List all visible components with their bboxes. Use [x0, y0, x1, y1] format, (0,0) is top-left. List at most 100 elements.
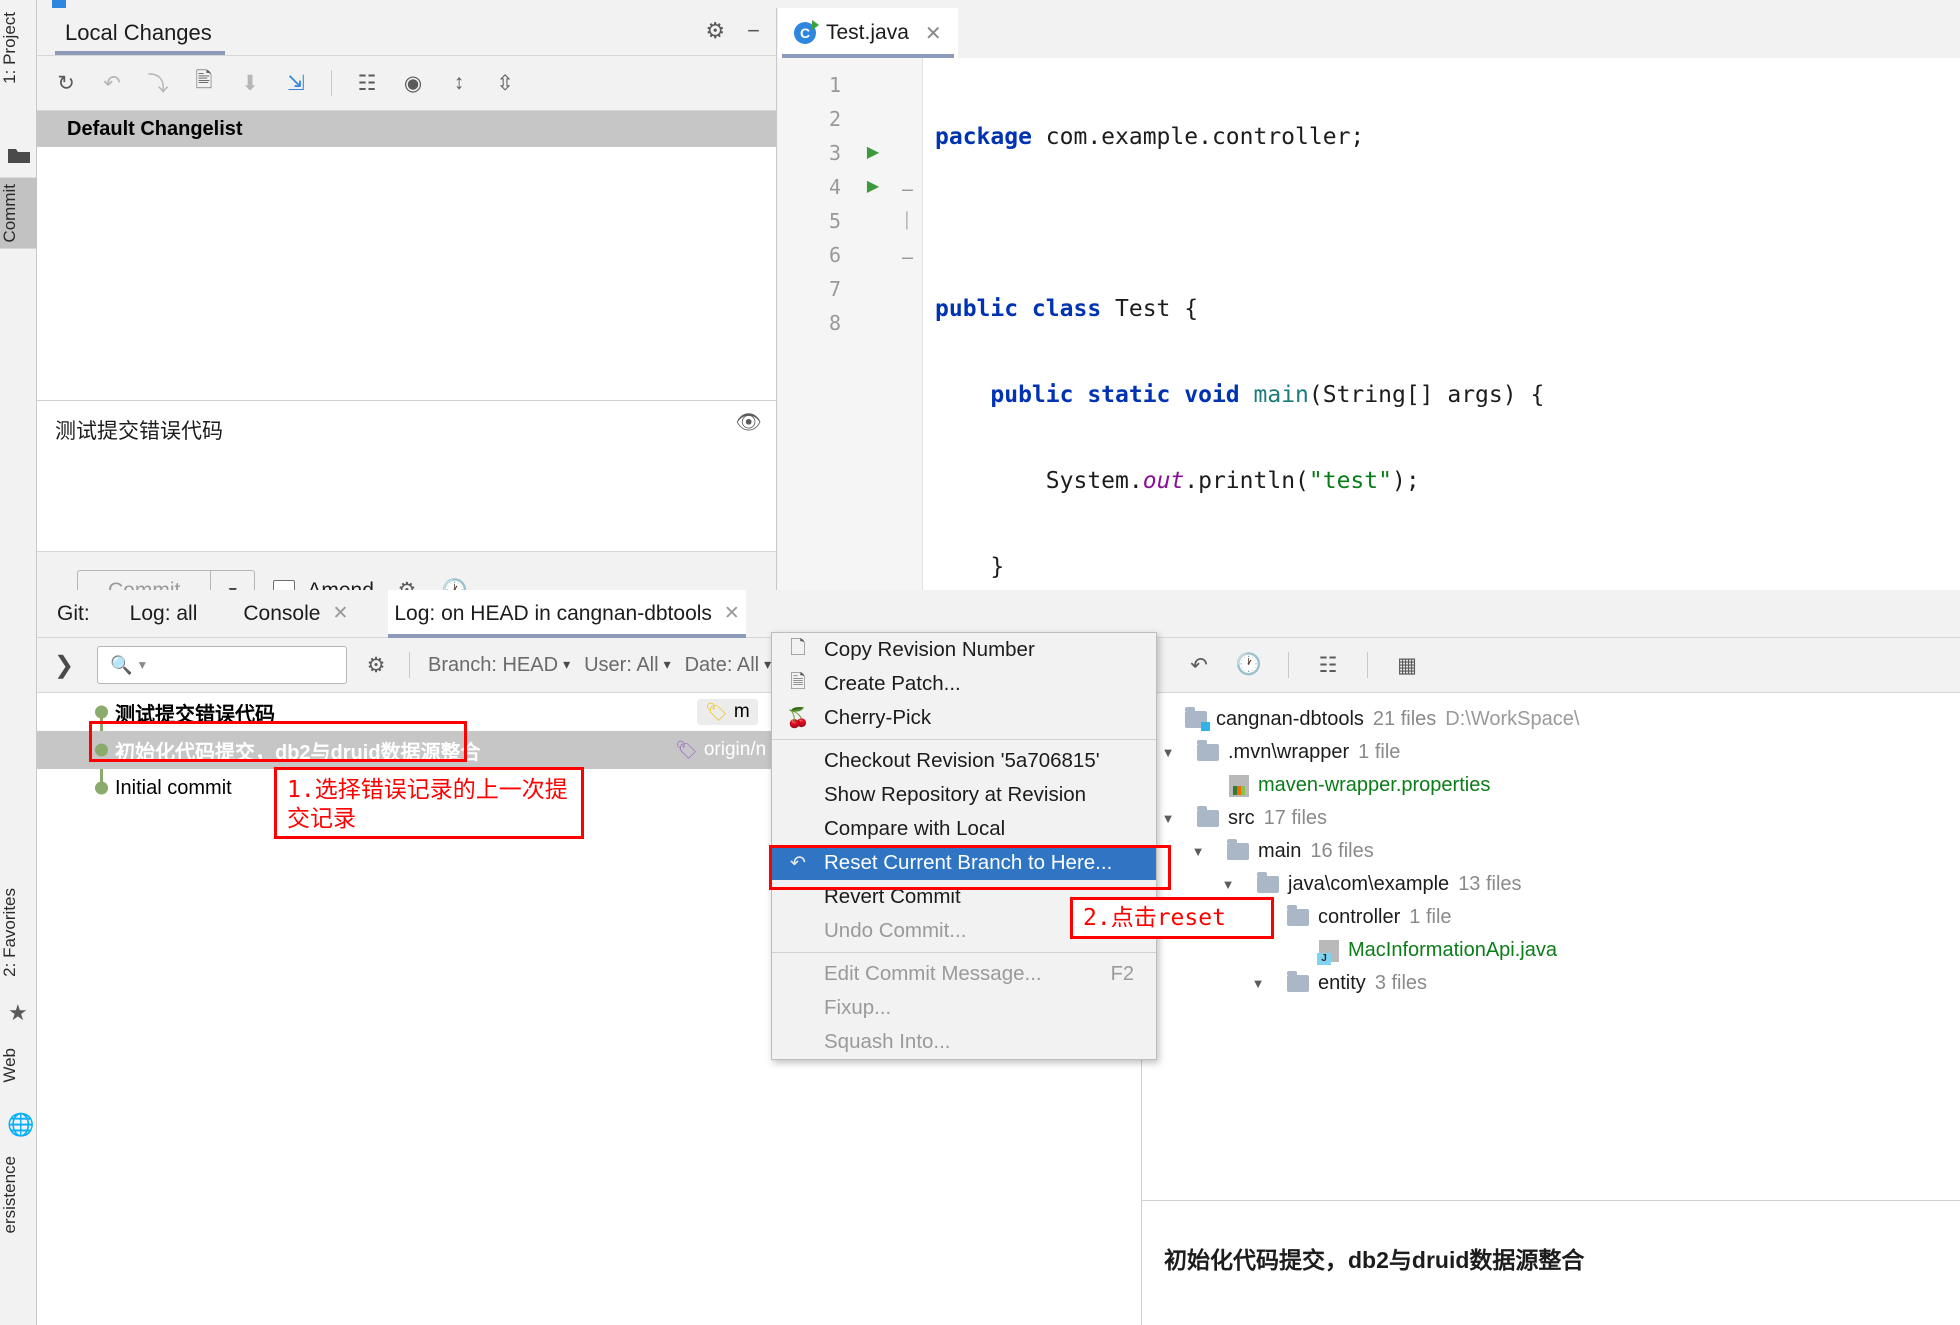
- spinner-icon: ▾: [663, 656, 671, 673]
- editor-tab-label: Test.java: [826, 21, 909, 44]
- annotation-note-2-text: 2.点击reset: [1083, 904, 1226, 931]
- preview-icon[interactable]: ◉: [398, 68, 428, 98]
- sidebar-item-project[interactable]: 1: Project: [0, 6, 37, 90]
- group-by-icon[interactable]: ☷: [352, 68, 382, 98]
- run-class-icon[interactable]: ▶: [853, 136, 893, 170]
- sidebar-item-favorites[interactable]: 2: Favorites: [0, 882, 37, 983]
- copy-icon: 🗋: [790, 638, 806, 659]
- tree-node-mvn-wrapper[interactable]: ▼ .mvn\wrapper 1 file: [1142, 736, 1960, 769]
- revert-icon[interactable]: ↶: [1184, 650, 1214, 680]
- menu-item-cherry-pick[interactable]: 🍒 Cherry-Pick: [772, 701, 1156, 735]
- line-number-gutter: 1 2 3 4 5 6 7 8: [778, 58, 853, 590]
- tab-console[interactable]: Console ✕: [237, 590, 354, 638]
- cherry-icon: 🍒: [786, 708, 810, 729]
- tree-node-main[interactable]: ▼ main 16 files: [1142, 835, 1960, 868]
- chevron-down-icon[interactable]: ▼: [1190, 844, 1206, 859]
- menu-item-label: Show Repository at Revision: [824, 783, 1087, 806]
- branch-tag-label: m: [733, 701, 750, 722]
- layout-icon[interactable]: ▦: [1392, 650, 1422, 680]
- expand-all-icon[interactable]: ↕: [444, 68, 474, 98]
- gear-icon[interactable]: ⚙: [361, 650, 391, 680]
- shelve-icon[interactable]: ⇲: [281, 68, 311, 98]
- menu-item-squash-into[interactable]: Squash Into...: [772, 1025, 1156, 1059]
- local-changes-panel: Local Changes ⚙ − ↻ ↶ ⤵ 🖹 ⬇ ⇲ ☷ ◉ ↕ ⇳ De…: [37, 8, 777, 629]
- commit-message: Initial commit: [115, 776, 232, 799]
- project-folder-icon: [1185, 707, 1210, 731]
- editor-tab-bar: C Test.java ✕: [778, 8, 1960, 58]
- code-area[interactable]: 1 2 3 4 5 6 7 8 ▶ ▶ ⚊ │ ⚊ package com.ex…: [778, 58, 1960, 756]
- tree-node-name: src: [1228, 807, 1255, 829]
- filter-user[interactable]: User: All ▾: [584, 654, 671, 677]
- menu-item-fixup[interactable]: Fixup...: [772, 991, 1156, 1025]
- remote-branch-tag[interactable]: 🏷 origin/n: [667, 737, 774, 763]
- menu-item-edit-commit-message[interactable]: Edit Commit Message... F2: [772, 957, 1156, 991]
- history-icon[interactable]: 🕐: [1234, 650, 1264, 680]
- refresh-icon[interactable]: ↻: [51, 68, 81, 98]
- tree-node-src[interactable]: ▼ src 17 files: [1142, 802, 1960, 835]
- close-icon[interactable]: ✕: [724, 602, 740, 625]
- close-icon[interactable]: ✕: [332, 602, 348, 625]
- menu-item-create-patch[interactable]: 🗎 Create Patch...: [772, 667, 1156, 701]
- changed-files-tree[interactable]: ▼ cangnan-dbtools 21 files D:\WorkSpace\…: [1142, 693, 1960, 1000]
- menu-item-label: Edit Commit Message...: [824, 962, 1042, 985]
- tab-local-changes-label: Local Changes: [65, 20, 212, 45]
- tab-log-all[interactable]: Log: all: [124, 590, 204, 638]
- tree-node-name: cangnan-dbtools: [1216, 708, 1364, 730]
- fold-end-icon[interactable]: ⚊: [893, 238, 922, 272]
- line-number: 2: [828, 107, 841, 131]
- rollback-icon[interactable]: ↶: [97, 68, 127, 98]
- tree-node-entity[interactable]: ▼ entity 3 files: [1142, 967, 1960, 1000]
- git-tab-bar: Git: Log: all Console ✕ Log: on HEAD in …: [37, 589, 1960, 638]
- sidebar-item-commit[interactable]: Commit: [0, 178, 37, 249]
- sidebar-item-persistence[interactable]: ersistence: [0, 1150, 37, 1239]
- menu-item-compare-with-local[interactable]: Compare with Local: [772, 812, 1156, 846]
- filter-branch-label: Branch: HEAD: [428, 653, 559, 676]
- gutter-blank: [853, 68, 893, 102]
- spinner-icon: ▾: [563, 656, 571, 673]
- line-number: 3: [828, 141, 841, 165]
- menu-item-copy-revision-number[interactable]: 🗋 Copy Revision Number: [772, 633, 1156, 667]
- tree-node-name: MacInformationApi.java: [1348, 939, 1557, 961]
- menu-item-show-repository-at-revision[interactable]: Show Repository at Revision: [772, 778, 1156, 812]
- search-input[interactable]: 🔍 ▼: [97, 646, 347, 684]
- gear-icon[interactable]: ⚙: [705, 20, 725, 42]
- chevron-right-icon[interactable]: ❯: [45, 651, 83, 680]
- chevron-down-icon[interactable]: ▼: [1160, 811, 1176, 826]
- fold-collapse-icon[interactable]: ⚊: [893, 170, 922, 204]
- filter-user-label: User: All: [584, 653, 659, 676]
- java-file-icon: [1317, 939, 1339, 965]
- menu-item-label: Create Patch...: [824, 672, 961, 695]
- changes-file-list[interactable]: [37, 147, 776, 400]
- group-by-icon[interactable]: ☷: [1313, 650, 1343, 680]
- code-lines[interactable]: package com.example.controller; public c…: [923, 58, 1960, 756]
- menu-item-label: Fixup...: [824, 996, 892, 1019]
- sidebar-item-web[interactable]: Web: [0, 1042, 37, 1089]
- collapse-all-icon[interactable]: ⇳: [490, 68, 520, 98]
- run-method-icon[interactable]: ▶: [853, 170, 893, 204]
- move-to-changelist-icon[interactable]: ⤵: [143, 68, 173, 98]
- tab-active-underline: [55, 51, 225, 55]
- local-branch-tag[interactable]: 🏷 m: [697, 699, 758, 725]
- chevron-down-icon[interactable]: ▼: [1220, 877, 1236, 892]
- tab-log-on-head[interactable]: Log: on HEAD in cangnan-dbtools ✕: [388, 589, 747, 638]
- menu-item-checkout-revision[interactable]: Checkout Revision '5a706815': [772, 744, 1156, 778]
- tree-node-maven-wrapper-properties[interactable]: ▼ maven-wrapper.properties: [1142, 769, 1960, 802]
- show-diff-icon[interactable]: 🖹: [189, 68, 219, 98]
- folder-icon: [1257, 872, 1279, 893]
- tab-test-java[interactable]: C Test.java ✕: [778, 8, 958, 58]
- close-icon[interactable]: ✕: [925, 21, 942, 46]
- tree-node-count: 1 file: [1409, 906, 1452, 928]
- changelist-row[interactable]: Default Changelist: [37, 111, 776, 147]
- revert-icon[interactable]: ⬇: [235, 68, 265, 98]
- tree-node-project[interactable]: ▼ cangnan-dbtools 21 files D:\WorkSpace\: [1142, 703, 1960, 736]
- minimize-icon[interactable]: −: [747, 20, 760, 42]
- filter-branch[interactable]: Branch: HEAD ▾: [428, 654, 570, 677]
- eye-icon[interactable]: 👁: [735, 411, 762, 435]
- chevron-down-icon[interactable]: ▼: [1250, 976, 1266, 991]
- commit-message-input[interactable]: 测试提交错误代码 👁: [37, 401, 776, 551]
- menu-item-shortcut: F2: [1110, 962, 1134, 985]
- code-line: }: [935, 554, 1005, 580]
- filter-date[interactable]: Date: All ▾: [685, 654, 772, 677]
- chevron-down-icon[interactable]: ▼: [1160, 745, 1176, 760]
